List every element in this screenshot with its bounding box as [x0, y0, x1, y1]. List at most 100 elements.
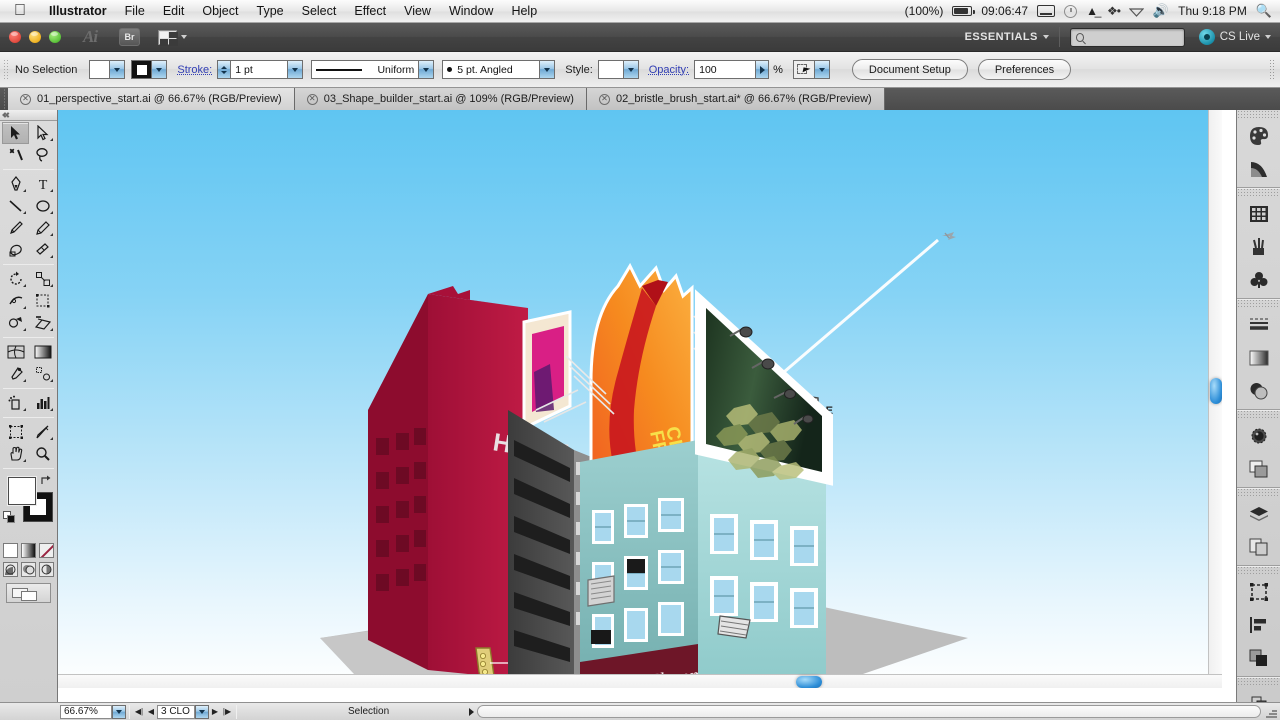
- eraser-tool[interactable]: [29, 239, 56, 261]
- control-panel-grip[interactable]: [3, 59, 10, 81]
- graphic-styles-panel-icon[interactable]: [1237, 452, 1280, 485]
- color-mode-button[interactable]: [3, 543, 18, 558]
- layers-panel-icon[interactable]: [1237, 497, 1280, 530]
- default-fill-stroke-icon[interactable]: [3, 511, 16, 524]
- close-icon[interactable]: ✕: [307, 94, 318, 105]
- brushes-panel-icon[interactable]: [1237, 230, 1280, 263]
- appearance-panel-icon[interactable]: [1237, 419, 1280, 452]
- stroke-weight-control[interactable]: 1 pt: [217, 60, 303, 79]
- pen-tool[interactable]: [2, 173, 29, 195]
- magic-wand-tool[interactable]: [2, 144, 29, 166]
- status-menu-button[interactable]: [469, 708, 474, 716]
- horizontal-scroll-thumb[interactable]: [796, 676, 822, 688]
- perspective-grid-tool[interactable]: [29, 312, 56, 334]
- document-canvas-area[interactable]: HOTEL HOTEL: [58, 110, 1236, 702]
- fill-color-control[interactable]: [89, 60, 125, 79]
- draw-normal-button[interactable]: [3, 562, 18, 577]
- go-to-bridge-button[interactable]: Br: [119, 28, 140, 46]
- opacity-control[interactable]: 100: [694, 60, 769, 79]
- first-artboard-button[interactable]: ◀|: [133, 705, 145, 719]
- search-input-wrapper[interactable]: [1070, 28, 1185, 47]
- gradient-mode-button[interactable]: [21, 543, 36, 558]
- free-transform-tool[interactable]: [29, 290, 56, 312]
- time-machine-icon[interactable]: [1064, 5, 1077, 18]
- last-artboard-button[interactable]: |▶: [221, 705, 233, 719]
- canvas-horizontal-scrollbar[interactable]: [58, 674, 1222, 688]
- fill-dropdown-button[interactable]: [110, 60, 125, 79]
- rotate-tool[interactable]: [2, 268, 29, 290]
- zoom-level-field[interactable]: 66.67%: [60, 705, 112, 719]
- close-icon[interactable]: ✕: [20, 94, 31, 105]
- menu-item-window[interactable]: Window: [440, 0, 502, 23]
- menu-item-edit[interactable]: Edit: [154, 0, 194, 23]
- symbols-panel-icon[interactable]: [1237, 263, 1280, 296]
- artboard-canvas[interactable]: HOTEL HOTEL: [58, 110, 1222, 688]
- opacity-value[interactable]: 100: [694, 60, 756, 79]
- cs-live-button[interactable]: CS Live: [1199, 29, 1271, 45]
- menu-item-effect[interactable]: Effect: [345, 0, 395, 23]
- battery-percent-label[interactable]: (100%): [905, 4, 944, 18]
- wifi-icon[interactable]: [1129, 6, 1144, 17]
- ellipse-tool[interactable]: [29, 195, 56, 217]
- document-tab-01-perspective[interactable]: ✕ 01_perspective_start.ai @ 66.67% (RGB/…: [8, 88, 295, 110]
- arrange-documents-button[interactable]: [158, 30, 187, 45]
- stroke-weight-label[interactable]: Stroke:: [177, 64, 212, 76]
- brush-field[interactable]: 5 pt. Angled: [442, 60, 540, 79]
- previous-artboard-button[interactable]: ◀: [145, 705, 157, 719]
- document-tab-02-bristle-brush[interactable]: ✕ 02_bristle_brush_start.ai* @ 66.67% (R…: [587, 88, 885, 110]
- width-tool[interactable]: [2, 290, 29, 312]
- opacity-slider-button[interactable]: [756, 60, 769, 79]
- dock-group-grip[interactable]: [1237, 110, 1280, 119]
- paintbrush-tool[interactable]: [2, 217, 29, 239]
- mesh-tool[interactable]: [2, 341, 29, 363]
- menu-item-view[interactable]: View: [395, 0, 440, 23]
- swatches-panel-icon[interactable]: [1237, 197, 1280, 230]
- brush-definition-control[interactable]: 5 pt. Angled: [442, 60, 555, 79]
- opacity-label[interactable]: Opacity:: [649, 64, 689, 76]
- artboard-navigation-field[interactable]: 3 CLO: [157, 705, 195, 719]
- next-artboard-button[interactable]: ▶: [209, 705, 221, 719]
- type-tool[interactable]: T: [29, 173, 56, 195]
- dock-group-grip[interactable]: [1237, 299, 1280, 308]
- symbol-sprayer-tool[interactable]: [2, 392, 29, 414]
- bluetooth-icon[interactable]: ❖•: [1107, 4, 1120, 18]
- align-panel-icon[interactable]: [1237, 608, 1280, 641]
- tab-bar-grip[interactable]: [0, 88, 8, 110]
- vertical-scroll-thumb[interactable]: [1210, 378, 1222, 404]
- menu-item-help[interactable]: Help: [502, 0, 546, 23]
- eyedropper-tool[interactable]: [2, 363, 29, 385]
- transparency-panel-icon[interactable]: [1237, 374, 1280, 407]
- fill-swatch[interactable]: [89, 60, 110, 79]
- dock-group-grip[interactable]: [1237, 677, 1280, 686]
- lasso-tool[interactable]: [29, 144, 56, 166]
- transform-panel-icon[interactable]: [1237, 575, 1280, 608]
- gradient-panel-icon[interactable]: [1237, 341, 1280, 374]
- dock-group-grip[interactable]: [1237, 566, 1280, 575]
- menu-item-object[interactable]: Object: [193, 0, 247, 23]
- window-resize-grip[interactable]: [1264, 705, 1278, 719]
- zoom-tool[interactable]: [29, 443, 56, 465]
- color-guide-icon[interactable]: [1237, 152, 1280, 185]
- spotlight-search-icon[interactable]: 🔍: [1256, 3, 1272, 19]
- stroke-color-control[interactable]: [131, 60, 167, 79]
- hand-tool[interactable]: [2, 443, 29, 465]
- minimize-window-button[interactable]: [29, 31, 41, 43]
- none-mode-button[interactable]: [39, 543, 54, 558]
- isolate-selected-object-icon[interactable]: [793, 60, 815, 79]
- slice-tool[interactable]: [29, 421, 56, 443]
- status-scroll-track[interactable]: [477, 705, 1261, 718]
- screen-mode-button[interactable]: [6, 583, 51, 603]
- dock-group-grip[interactable]: [1237, 410, 1280, 419]
- stroke-weight-value[interactable]: 1 pt: [230, 60, 288, 79]
- pathfinder-panel-icon[interactable]: [1237, 641, 1280, 674]
- volume-icon[interactable]: 🔊: [1153, 3, 1169, 19]
- display-icon[interactable]: [1037, 5, 1055, 17]
- menu-item-file[interactable]: File: [116, 0, 154, 23]
- gradient-tool[interactable]: [29, 341, 56, 363]
- column-graph-tool[interactable]: [29, 392, 56, 414]
- close-icon[interactable]: ✕: [599, 94, 610, 105]
- blend-tool[interactable]: [29, 363, 56, 385]
- document-setup-button[interactable]: Document Setup: [852, 59, 968, 80]
- isolate-dropdown-button[interactable]: [815, 60, 830, 79]
- artboard-dropdown[interactable]: [195, 705, 209, 719]
